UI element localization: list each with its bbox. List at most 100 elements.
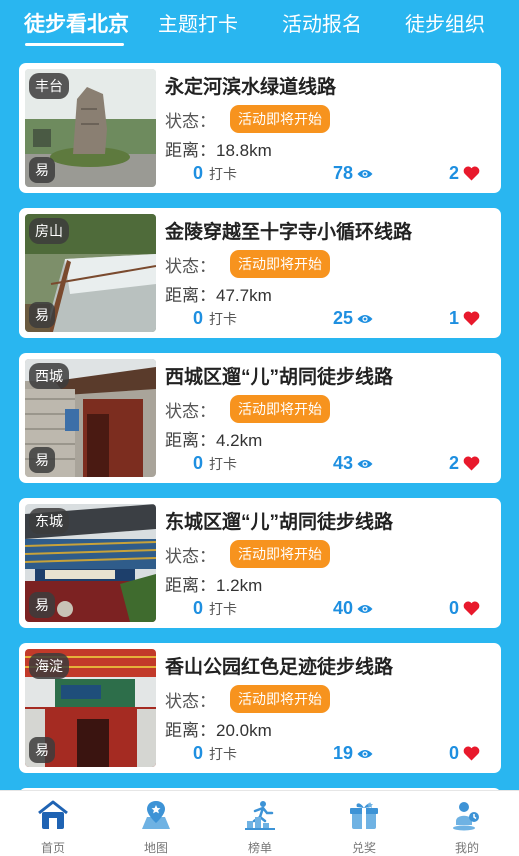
nav-profile[interactable]: 我的	[437, 799, 497, 856]
route-thumbnail: 海淀 易	[25, 649, 156, 767]
like-count: 1	[449, 308, 460, 328]
nav-ranking-label: 榜单	[247, 841, 272, 855]
tab-hiking-groups[interactable]: 徒步组织	[405, 8, 485, 37]
distance-value: 4.2km	[216, 431, 263, 450]
like-count: 2	[449, 163, 460, 183]
district-tag: 海淀	[29, 653, 69, 679]
checkin-stat: 0 打卡	[193, 163, 237, 184]
route-title: 永定河滨水绿道线路	[165, 77, 337, 98]
checkin-unit: 打卡	[209, 600, 238, 617]
distance-label: 距离：	[165, 576, 216, 595]
checkin-count: 0	[193, 163, 204, 183]
gift-icon	[350, 802, 378, 829]
distance-value: 1.2km	[216, 576, 263, 595]
nav-ranking[interactable]: 榜单	[230, 799, 290, 856]
heart-icon[interactable]	[463, 746, 480, 761]
difficulty-tag: 易	[29, 447, 55, 473]
checkin-count: 0	[193, 598, 204, 618]
district-tag: 房山	[29, 218, 69, 244]
heart-icon[interactable]	[463, 166, 480, 181]
view-count: 25	[333, 308, 354, 328]
route-thumbnail: 东城 易	[25, 504, 156, 622]
view-stat: 78	[333, 163, 373, 184]
checkin-count: 0	[193, 743, 204, 763]
heart-icon[interactable]	[463, 601, 480, 616]
distance-row: 距离：18.8km	[165, 136, 272, 161]
distance-label: 距离：	[165, 431, 216, 450]
checkin-unit: 打卡	[209, 745, 238, 762]
status-label: 状态：	[165, 546, 216, 566]
distance-label: 距离：	[165, 721, 216, 740]
distance-row: 距离：47.7km	[165, 281, 272, 306]
profile-icon	[453, 802, 479, 831]
status-badge: 活动即将开始	[230, 250, 330, 278]
status-badge: 活动即将开始	[230, 540, 330, 568]
route-card[interactable]: 房山 易 金陵穿越至十字寺小循环线路 状态： 活动即将开始 距离：47.7km …	[19, 208, 501, 338]
like-stat[interactable]: 1	[449, 308, 480, 329]
route-card[interactable]: 海淀 易 香山公园红色足迹徒步线路 状态： 活动即将开始 距离：20.0km 0…	[19, 643, 501, 773]
checkin-unit: 打卡	[209, 455, 238, 472]
status-badge: 活动即将开始	[230, 395, 330, 423]
difficulty-tag: 易	[29, 592, 55, 618]
route-title: 东城区遛“儿”胡同徒步线路	[165, 512, 394, 533]
view-stat: 43	[333, 453, 373, 474]
like-stat[interactable]: 0	[449, 598, 480, 619]
status-row: 状态： 活动即将开始	[165, 105, 330, 133]
view-stat: 19	[333, 743, 373, 764]
status-row: 状态： 活动即将开始	[165, 395, 330, 423]
nav-home[interactable]: 首页	[23, 799, 83, 856]
route-card[interactable]: 西城 易 西城区遛“儿”胡同徒步线路 状态： 活动即将开始 距离：4.2km 0…	[19, 353, 501, 483]
tab-hiking-beijing[interactable]: 徒步看北京	[24, 8, 129, 38]
district-tag: 东城	[29, 508, 69, 534]
route-title: 金陵穿越至十字寺小循环线路	[165, 222, 413, 243]
stats-row: 0 打卡 25 1	[165, 308, 495, 330]
heart-icon[interactable]	[463, 311, 480, 326]
status-badge: 活动即将开始	[230, 105, 330, 133]
tab-theme-checkin[interactable]: 主题打卡	[158, 8, 238, 37]
checkin-stat: 0 打卡	[193, 743, 237, 764]
distance-value: 18.8km	[216, 141, 272, 160]
eye-icon	[357, 169, 373, 178]
like-stat[interactable]: 2	[449, 163, 480, 184]
distance-row: 距离：4.2km	[165, 426, 262, 451]
heart-icon[interactable]	[463, 456, 480, 471]
view-stat: 40	[333, 598, 373, 619]
stats-row: 0 打卡 19 0	[165, 743, 495, 765]
checkin-count: 0	[193, 308, 204, 328]
route-card[interactable]: 东城 易 东城区遛“儿”胡同徒步线路 状态： 活动即将开始 距离：1.2km 0…	[19, 498, 501, 628]
eye-icon	[357, 749, 373, 758]
nav-profile-label: 我的	[454, 841, 479, 855]
nav-map-label: 地图	[143, 841, 168, 855]
route-card[interactable]: 丰台 易 永定河滨水绿道线路 状态： 活动即将开始 距离：18.8km 0 打卡…	[19, 63, 501, 193]
map-icon	[142, 801, 170, 829]
tab-event-signup[interactable]: 活动报名	[282, 8, 362, 37]
home-icon	[38, 800, 68, 829]
nav-map[interactable]: 地图	[126, 799, 186, 856]
distance-value: 47.7km	[216, 286, 272, 305]
like-stat[interactable]: 0	[449, 743, 480, 764]
active-tab-indicator	[25, 43, 124, 46]
view-stat: 25	[333, 308, 373, 329]
status-label: 状态：	[165, 691, 216, 711]
status-label: 状态：	[165, 111, 216, 131]
status-label: 状态：	[165, 256, 216, 276]
distance-row: 距离：1.2km	[165, 571, 262, 596]
distance-value: 20.0km	[216, 721, 272, 740]
view-count: 78	[333, 163, 354, 183]
status-label: 状态：	[165, 401, 216, 421]
status-row: 状态： 活动即将开始	[165, 250, 330, 278]
like-count: 0	[449, 743, 460, 763]
status-badge: 活动即将开始	[230, 685, 330, 713]
view-count: 40	[333, 598, 354, 618]
district-tag: 丰台	[29, 73, 69, 99]
nav-redeem-label: 兑奖	[351, 841, 376, 855]
like-count: 2	[449, 453, 460, 473]
nav-redeem[interactable]: 兑奖	[334, 799, 394, 856]
route-thumbnail: 丰台 易	[25, 69, 156, 187]
view-count: 19	[333, 743, 354, 763]
status-row: 状态： 活动即将开始	[165, 540, 330, 568]
like-count: 0	[449, 598, 460, 618]
distance-label: 距离：	[165, 286, 216, 305]
like-stat[interactable]: 2	[449, 453, 480, 474]
difficulty-tag: 易	[29, 737, 55, 763]
